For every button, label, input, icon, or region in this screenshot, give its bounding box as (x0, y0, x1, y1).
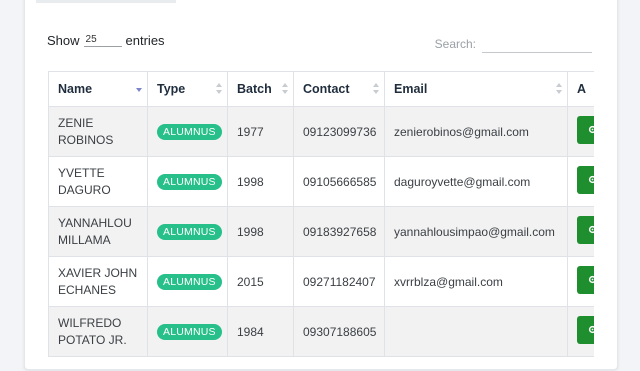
cell-contact: 09123099736 (293, 106, 385, 157)
cell-batch: 1998 (227, 206, 294, 257)
column-header-action[interactable]: A (567, 71, 594, 107)
action-button[interactable] (577, 216, 594, 244)
sort-icon (373, 83, 379, 95)
name-first-line: WILFREDO (58, 315, 122, 330)
column-header-label: Name (58, 82, 93, 96)
alumni-table: Name Type Batch Contact Email A ZENIE ROB… (48, 71, 594, 357)
cell-email: zenierobinos@gmail.com (384, 106, 568, 157)
action-button[interactable] (577, 116, 594, 144)
action-button[interactable] (577, 316, 594, 344)
cell-name: WILFREDO POTATO JR. (48, 306, 148, 357)
column-header-name[interactable]: Name (48, 71, 148, 107)
cell-contact: 09271182407 (293, 256, 385, 307)
cell-type: ALUMNUS (147, 256, 228, 307)
type-badge: ALUMNUS (157, 223, 222, 240)
sort-icon (282, 83, 288, 95)
cell-type: ALUMNUS (147, 206, 228, 257)
cell-action (567, 206, 594, 257)
table-container: Name Type Batch Contact Email A ZENIE ROB… (48, 71, 594, 371)
cell-action (567, 156, 594, 207)
column-header-label: Email (394, 82, 428, 96)
cell-batch: 2015 (227, 256, 294, 307)
name-second-line: POTATO JR. (58, 332, 127, 347)
card-header-remnant (36, 0, 176, 3)
name-first-line: ZENIE (58, 115, 94, 130)
cell-name: ZENIE ROBINOS (48, 106, 148, 157)
sort-icon (216, 83, 222, 95)
table-row: XAVIER JOHN ECHANES ALUMNUS 2015 09271182407… (48, 256, 594, 307)
name-second-line: ROBINOS (58, 132, 114, 147)
search-label: Search: (434, 36, 476, 51)
cell-email: yannahlousimpao@gmail.com (384, 206, 568, 257)
gear-icon (588, 325, 594, 334)
cell-action (567, 306, 594, 357)
column-header-label: Type (157, 82, 186, 96)
action-button[interactable] (577, 266, 594, 294)
column-header-label: Contact (303, 82, 350, 96)
name-first-line: YVETTE (58, 165, 105, 180)
type-badge: ALUMNUS (157, 273, 222, 290)
cell-type: ALUMNUS (147, 156, 228, 207)
name-second-line: DAGURO (58, 182, 111, 197)
table-row: YVETTE DAGURO ALUMNUS 1998 09105666585 daguro… (48, 156, 594, 207)
search-control: Search: (435, 34, 592, 53)
show-label: Show (47, 33, 80, 48)
cell-name: XAVIER JOHN ECHANES (48, 256, 148, 307)
sort-icon (556, 83, 562, 95)
name-first-line: YANNAHLOU (58, 215, 132, 230)
gear-icon (588, 125, 594, 134)
column-header-label: A (577, 82, 587, 96)
type-badge: ALUMNUS (157, 323, 222, 340)
cell-contact: 09183927658 (293, 206, 385, 257)
table-header-row: Name Type Batch Contact Email A (48, 71, 594, 107)
table-row: ZENIE ROBINOS ALUMNUS 1977 09123099736 zenier… (48, 106, 594, 157)
cell-email (384, 306, 568, 357)
name-first-line: XAVIER JOHN (58, 265, 138, 280)
search-input[interactable] (482, 34, 592, 53)
cell-email: daguroyvette@gmail.com (384, 156, 568, 207)
cell-contact: 09307188605 (293, 306, 385, 357)
cell-email: xvrrblza@gmail.com (384, 256, 568, 307)
cell-action (567, 106, 594, 157)
entries-label: entries (125, 33, 165, 48)
name-second-line: MILLAMA (58, 232, 111, 247)
type-badge: ALUMNUS (157, 173, 222, 190)
gear-icon (588, 175, 594, 184)
sort-desc-icon (136, 83, 142, 95)
table-row: WILFREDO POTATO JR. ALUMNUS 1984 09307188605 (48, 306, 594, 357)
column-header-contact[interactable]: Contact (293, 71, 385, 107)
cell-contact: 09105666585 (293, 156, 385, 207)
entries-length-control: Show 25 entries (47, 33, 165, 48)
cell-action (567, 256, 594, 307)
column-header-label: Batch (237, 82, 272, 96)
cell-type: ALUMNUS (147, 106, 228, 157)
name-second-line: ECHANES (58, 282, 117, 297)
cell-type: ALUMNUS (147, 306, 228, 357)
gear-icon (588, 225, 594, 234)
table-row: YANNAHLOU MILLAMA ALUMNUS 1998 09183927658 ya… (48, 206, 594, 257)
action-button[interactable] (577, 166, 594, 194)
cell-name: YVETTE DAGURO (48, 156, 148, 207)
gear-icon (588, 275, 594, 284)
cell-batch: 1998 (227, 156, 294, 207)
column-header-batch[interactable]: Batch (227, 71, 294, 107)
entries-select[interactable]: 25 (83, 34, 122, 47)
type-badge: ALUMNUS (157, 123, 222, 140)
cell-batch: 1984 (227, 306, 294, 357)
cell-name: YANNAHLOU MILLAMA (48, 206, 148, 257)
column-header-email[interactable]: Email (384, 71, 568, 107)
column-header-type[interactable]: Type (147, 71, 228, 107)
cell-batch: 1977 (227, 106, 294, 157)
